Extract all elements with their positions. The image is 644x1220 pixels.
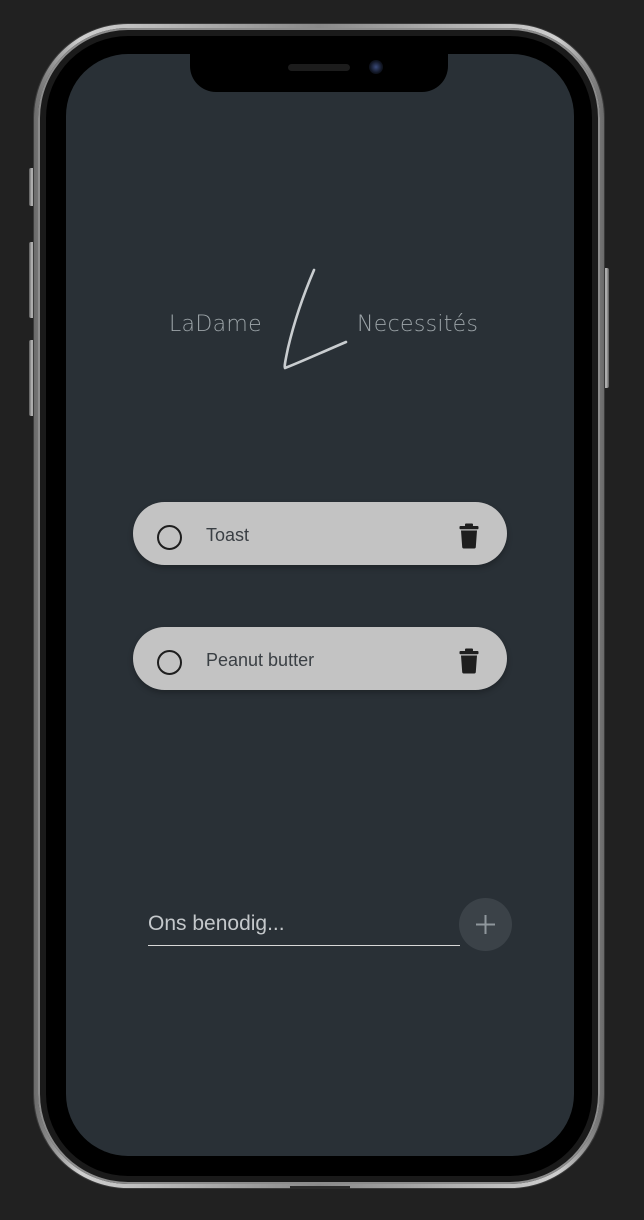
todo-label: Peanut butter (206, 650, 315, 670)
todo-item: Toast (133, 502, 507, 565)
logo-text-left: LaDame (169, 312, 262, 337)
circle-outline-icon[interactable] (157, 525, 182, 550)
add-item-button[interactable] (459, 898, 512, 951)
front-camera (369, 60, 383, 74)
todo-item: Peanut butter (133, 627, 507, 690)
bottom-bar (290, 1186, 350, 1189)
circle-outline-icon[interactable] (157, 650, 182, 675)
logo-text-right: Necessités (357, 312, 479, 337)
signature-l-icon (283, 268, 348, 370)
plus-icon (476, 915, 495, 934)
new-item-input[interactable] (148, 905, 460, 943)
device-stage: LaDame Necessités Toast Peanut butter (0, 0, 644, 1220)
trash-icon[interactable] (459, 648, 479, 674)
trash-icon[interactable] (459, 523, 479, 549)
new-item-field-wrapper (148, 905, 460, 946)
notch (190, 54, 448, 92)
speaker-grille (288, 64, 350, 71)
app-screen (66, 54, 574, 1156)
todo-label: Toast (206, 525, 250, 545)
